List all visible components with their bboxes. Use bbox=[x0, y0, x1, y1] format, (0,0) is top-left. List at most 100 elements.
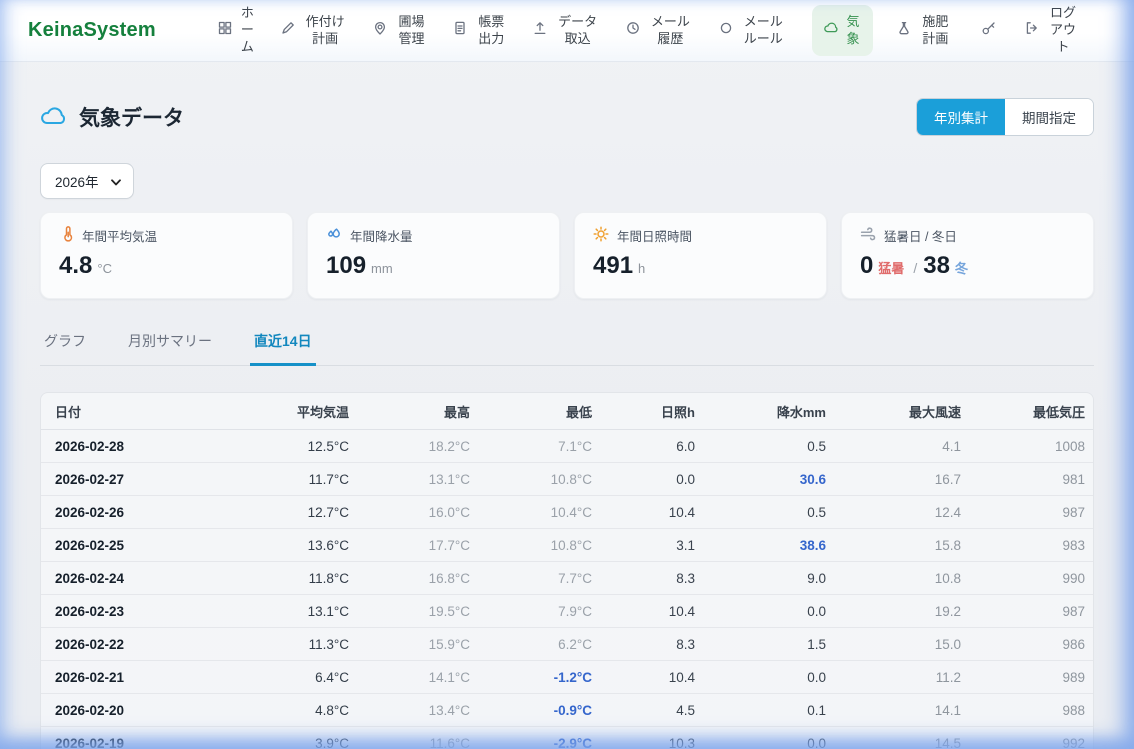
stat-label: 猛暑日 / 冬日 bbox=[884, 226, 957, 245]
tab-bar: グラフ 月別サマリー 直近14日 bbox=[40, 325, 1094, 366]
page-header: 気象データ 年別集計 期間指定 bbox=[40, 98, 1094, 136]
nav-item-mail-history[interactable]: メール履歴 bbox=[626, 14, 694, 48]
flask-icon bbox=[897, 21, 911, 40]
brand-logo[interactable]: KeinaSystem bbox=[28, 19, 156, 42]
cell-min-temp: 6.2°C bbox=[470, 637, 592, 652]
cell-max-temp: 19.5°C bbox=[349, 604, 470, 619]
cell-avg-temp: 11.3°C bbox=[254, 637, 349, 652]
cell-max-wind: 12.4 bbox=[826, 505, 961, 520]
view-toggle: 年別集計 期間指定 bbox=[916, 98, 1094, 136]
cell-avg-temp: 13.1°C bbox=[254, 604, 349, 619]
cell-sunshine: 0.0 bbox=[592, 472, 695, 487]
nav-item-label: メールルール bbox=[740, 14, 787, 48]
table-row: 2026-02-20 4.8°C 13.4°C -0.9°C 4.5 0.1 1… bbox=[41, 694, 1093, 727]
stat-unit: °C bbox=[97, 261, 112, 276]
cell-min-pressure: 988 bbox=[961, 703, 1085, 718]
yearly-summary-button[interactable]: 年別集計 bbox=[917, 99, 1005, 135]
cell-min-temp: 10.8°C bbox=[470, 538, 592, 553]
cell-min-pressure: 987 bbox=[961, 505, 1085, 520]
chevron-down-icon bbox=[111, 174, 121, 189]
cell-min-temp: 7.7°C bbox=[470, 571, 592, 586]
col-header-max-wind: 最大風速 bbox=[826, 402, 961, 421]
stat-value: 109 bbox=[326, 252, 366, 279]
cell-min-temp: -2.9°C bbox=[470, 736, 592, 749]
cell-max-wind: 10.8 bbox=[826, 571, 961, 586]
cell-rain: 0.1 bbox=[695, 703, 826, 718]
cell-avg-temp: 12.5°C bbox=[254, 439, 349, 454]
cell-sunshine: 10.4 bbox=[592, 670, 695, 685]
tab-monthly-summary[interactable]: 月別サマリー bbox=[124, 325, 216, 366]
period-select-button[interactable]: 期間指定 bbox=[1005, 99, 1093, 135]
col-header-min-pressure: 最低気圧 bbox=[961, 402, 1085, 421]
year-select[interactable]: 2026年 bbox=[40, 163, 134, 199]
table-row: 2026-02-21 6.4°C 14.1°C -1.2°C 10.4 0.0 … bbox=[41, 661, 1093, 694]
nav-item-label: 施肥計画 bbox=[918, 14, 952, 48]
cell-max-temp: 15.9°C bbox=[349, 637, 470, 652]
cell-date: 2026-02-22 bbox=[49, 637, 254, 652]
stat-card-precipitation: 年間降水量 109mm bbox=[307, 212, 560, 299]
table-row: 2026-02-22 11.3°C 15.9°C 6.2°C 8.3 1.5 1… bbox=[41, 628, 1093, 661]
stat-card-sunshine: 年間日照時間 491h bbox=[574, 212, 827, 299]
cell-date: 2026-02-25 bbox=[49, 538, 254, 553]
nav-item-data-import[interactable]: データ取込 bbox=[533, 14, 601, 48]
cell-date: 2026-02-28 bbox=[49, 439, 254, 454]
cell-date: 2026-02-20 bbox=[49, 703, 254, 718]
table-row: 2026-02-27 11.7°C 13.1°C 10.8°C 0.0 30.6… bbox=[41, 463, 1093, 496]
cell-avg-temp: 11.8°C bbox=[254, 571, 349, 586]
table-row: 2026-02-28 12.5°C 18.2°C 7.1°C 6.0 0.5 4… bbox=[41, 430, 1093, 463]
nav-item-field-management[interactable]: 圃場管理 bbox=[373, 14, 428, 48]
stat-card-avg-temp: 年間平均気温 4.8°C bbox=[40, 212, 293, 299]
cell-min-temp: 7.9°C bbox=[470, 604, 592, 619]
nav-items: ホーム 作付け計画 圃場管理 帳票出力 データ取込 メール履歴 メールルール bbox=[218, 5, 1080, 57]
cell-min-pressure: 992 bbox=[961, 736, 1085, 749]
col-header-max: 最高 bbox=[349, 402, 470, 421]
cell-max-temp: 13.4°C bbox=[349, 703, 470, 718]
cell-avg-temp: 13.6°C bbox=[254, 538, 349, 553]
tab-last-14-days[interactable]: 直近14日 bbox=[250, 325, 316, 366]
sun-icon bbox=[593, 226, 609, 245]
bell-icon bbox=[719, 21, 733, 40]
nav-item-label: 帳票出力 bbox=[474, 14, 508, 48]
home-grid-icon bbox=[218, 21, 232, 40]
cell-max-wind: 4.1 bbox=[826, 439, 961, 454]
cell-min-pressure: 990 bbox=[961, 571, 1085, 586]
cell-max-temp: 18.2°C bbox=[349, 439, 470, 454]
nav-item-fertilization-plan[interactable]: 施肥計画 bbox=[897, 14, 952, 48]
cell-rain: 30.6 bbox=[695, 472, 826, 487]
cell-min-pressure: 986 bbox=[961, 637, 1085, 652]
table-header-row: 日付 平均気温 最高 最低 日照h 降水mm 最大風速 最低気圧 bbox=[41, 393, 1093, 430]
wind-icon bbox=[860, 227, 876, 244]
nav-item-logout[interactable]: ログアウト bbox=[1025, 5, 1080, 56]
nav-item-home[interactable]: ホーム bbox=[218, 5, 256, 56]
cell-min-temp: -0.9°C bbox=[470, 703, 592, 718]
cell-min-temp: 7.1°C bbox=[470, 439, 592, 454]
page-title: 気象データ bbox=[79, 102, 184, 132]
cell-sunshine: 8.3 bbox=[592, 571, 695, 586]
table-row: 2026-02-24 11.8°C 16.8°C 7.7°C 8.3 9.0 1… bbox=[41, 562, 1093, 595]
cell-max-wind: 15.8 bbox=[826, 538, 961, 553]
nav-item-weather[interactable]: 気象 bbox=[812, 5, 873, 57]
upload-icon bbox=[533, 21, 547, 40]
document-icon bbox=[453, 21, 467, 40]
cell-min-pressure: 981 bbox=[961, 472, 1085, 487]
nav-item-label: 気象 bbox=[845, 14, 862, 48]
tab-graph[interactable]: グラフ bbox=[40, 325, 90, 366]
nav-item-planting-plan[interactable]: 作付け計画 bbox=[281, 14, 349, 48]
hot-days-label: 猛暑 bbox=[878, 261, 904, 276]
cell-date: 2026-02-27 bbox=[49, 472, 254, 487]
nav-item-report-output[interactable]: 帳票出力 bbox=[453, 14, 508, 48]
cell-date: 2026-02-24 bbox=[49, 571, 254, 586]
cell-rain: 0.0 bbox=[695, 736, 826, 749]
nav-item-label: ホーム bbox=[239, 5, 256, 56]
year-select-value: 2026年 bbox=[55, 171, 99, 191]
cell-min-pressure: 989 bbox=[961, 670, 1085, 685]
cell-avg-temp: 4.8°C bbox=[254, 703, 349, 718]
stat-label: 年間降水量 bbox=[350, 226, 413, 245]
col-header-rain: 降水mm bbox=[695, 402, 826, 421]
cell-max-wind: 19.2 bbox=[826, 604, 961, 619]
cell-avg-temp: 12.7°C bbox=[254, 505, 349, 520]
nav-item-mail-rules[interactable]: メールルール bbox=[719, 14, 787, 48]
cell-max-wind: 14.5 bbox=[826, 736, 961, 749]
table-row: 2026-02-26 12.7°C 16.0°C 10.4°C 10.4 0.5… bbox=[41, 496, 1093, 529]
password-key-button[interactable] bbox=[977, 17, 1000, 45]
